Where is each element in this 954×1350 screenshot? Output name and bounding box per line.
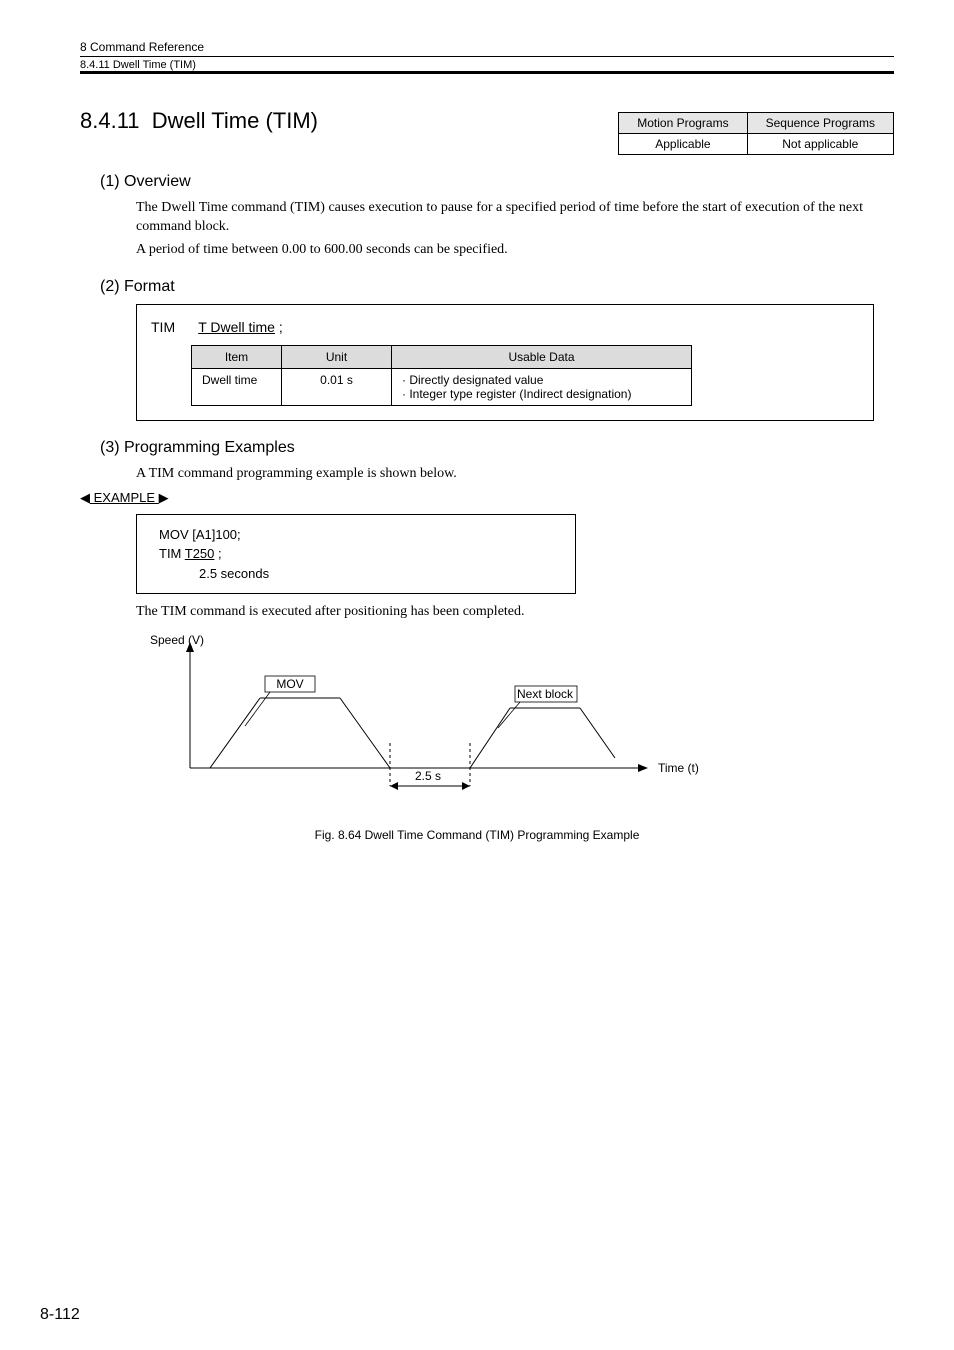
format-table: Item Unit Usable Data Dwell time 0.01 s … — [191, 345, 692, 406]
code-line2: TIM T250 ; — [159, 544, 559, 564]
header-chapter: 8 Command Reference — [80, 40, 894, 54]
code-l2c: ; — [214, 546, 221, 561]
section-name: Dwell Time (TIM) — [152, 108, 318, 133]
ft-r-data2: · Integer type register (Indirect design… — [402, 387, 681, 401]
code-l2a: TIM — [159, 546, 185, 561]
examples-heading: (3) Programming Examples — [100, 439, 894, 457]
triangle-left-icon: ◀ — [80, 490, 90, 506]
header-subsection: 8.4.11 Dwell Time (TIM) — [80, 56, 894, 74]
code-l2b: T250 — [185, 546, 215, 561]
format-heading: (2) Format — [100, 278, 894, 296]
format-syntax: TIM T Dwell time ; — [151, 319, 859, 335]
figure-caption: Fig. 8.64 Dwell Time Command (TIM) Progr… — [60, 828, 894, 842]
applicability-table: Motion Programs Sequence Programs Applic… — [618, 112, 894, 155]
overview-heading: (1) Overview — [100, 173, 894, 191]
diagram-ylabel: Speed (V) — [150, 633, 204, 647]
format-arg: T Dwell time — [198, 319, 275, 335]
applic-col2-val: Not applicable — [747, 134, 893, 155]
diagram-dwell: 2.5 s — [415, 769, 441, 783]
code-example: MOV [A1]100; TIM T250 ; 2.5 seconds — [136, 514, 576, 595]
code-line3: 2.5 seconds — [199, 564, 559, 584]
diagram-time: Time (t) — [658, 761, 699, 775]
examples-lead: A TIM command programming example is sho… — [136, 465, 884, 484]
diagram-next: Next block — [517, 687, 574, 701]
diagram-mov: MOV — [276, 677, 303, 691]
ft-r-data: · Directly designated value · Integer ty… — [392, 368, 692, 405]
example-label: ◀ EXAMPLE ▶ — [80, 490, 894, 506]
examples-after: The TIM command is executed after positi… — [136, 604, 894, 620]
applic-col2-head: Sequence Programs — [747, 113, 893, 134]
overview-p1: The Dwell Time command (TIM) causes exec… — [136, 199, 884, 237]
ft-r-unit: 0.01 s — [282, 368, 392, 405]
ft-r-data1: · Directly designated value — [402, 373, 681, 387]
format-box: TIM T Dwell time ; Item Unit Usable Data… — [136, 304, 874, 421]
ft-h-unit: Unit — [282, 345, 392, 368]
applic-col1-val: Applicable — [619, 134, 747, 155]
code-line1: MOV [A1]100; — [159, 525, 559, 545]
format-cmd: TIM — [151, 319, 175, 335]
format-semi: ; — [279, 319, 283, 335]
triangle-right-icon: ▶ — [159, 490, 169, 506]
example-text: EXAMPLE — [94, 490, 155, 505]
applic-col1-head: Motion Programs — [619, 113, 747, 134]
ft-r-item: Dwell time — [192, 368, 282, 405]
ft-h-item: Item — [192, 345, 282, 368]
timing-diagram: Speed (V) MOV Next block Time (t) 2.5 s — [150, 628, 894, 808]
page-number: 8-112 — [40, 1306, 80, 1324]
ft-h-data: Usable Data — [392, 345, 692, 368]
overview-p2: A period of time between 0.00 to 600.00 … — [136, 241, 884, 260]
section-number: 8.4.11 — [80, 108, 140, 133]
